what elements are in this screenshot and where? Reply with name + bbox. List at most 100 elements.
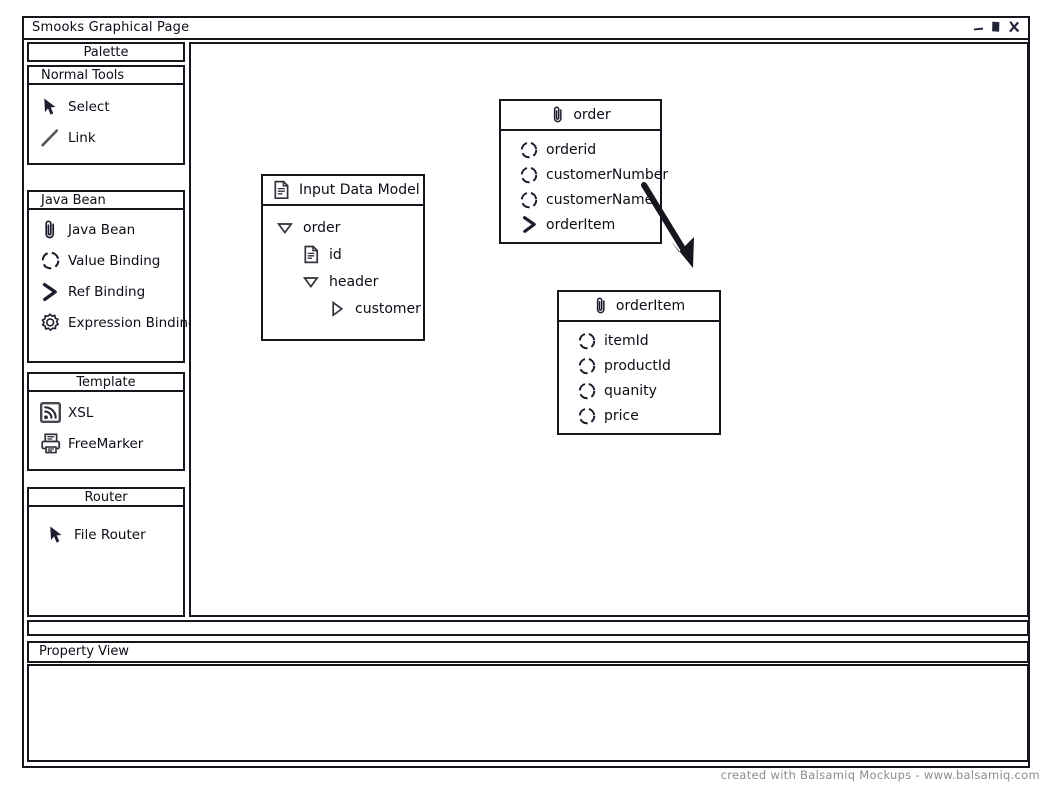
chevron-right-icon	[517, 215, 541, 234]
palette-item-select[interactable]: Select	[29, 91, 183, 122]
paperclip-icon	[550, 105, 566, 125]
bean-node-orderitem[interactable]: orderItem itemId productId quanity price	[557, 290, 721, 435]
triangle-down-icon[interactable]	[273, 220, 297, 236]
document-icon	[299, 245, 323, 264]
bean-row-itemid[interactable]: itemId	[559, 328, 719, 353]
palette-section-header-router[interactable]: Router	[27, 487, 185, 507]
palette-title[interactable]: Palette	[27, 42, 185, 62]
palette-item-xsl[interactable]: XSL	[29, 397, 183, 428]
palette-item-freemarker[interactable]: FreeMarker	[29, 428, 183, 459]
palette-item-label: Link	[68, 129, 96, 146]
palette-item-label: Ref Binding	[68, 283, 146, 300]
bean-node-order-rows: orderid customerNumber customerName orde…	[501, 131, 668, 245]
line-icon	[37, 128, 63, 148]
bean-row-label: itemId	[604, 332, 649, 349]
palette-item-expression-binding[interactable]: Expression Binding	[29, 307, 197, 338]
bean-row-label: customerNumber	[546, 166, 669, 183]
window-title: Smooks Graphical Page	[32, 20, 190, 35]
dashed-circle-icon	[575, 406, 599, 426]
feed-icon	[37, 401, 63, 424]
tree-item-label: header	[329, 273, 379, 290]
bean-row-label: quanity	[604, 382, 657, 399]
close-icon[interactable]	[1007, 20, 1021, 34]
cursor-icon	[43, 525, 69, 545]
dashed-circle-icon	[575, 331, 599, 351]
tree-item-label: order	[303, 219, 341, 236]
tree-item-id[interactable]: id	[263, 241, 423, 268]
palette-section-body-router: File Router	[27, 507, 185, 617]
bean-row-price[interactable]: price	[559, 403, 719, 428]
balsamiq-credit: created with Balsamiq Mockups - www.bals…	[720, 768, 1040, 782]
minimize-icon[interactable]	[972, 21, 985, 33]
palette-section-body-java-bean: Java Bean Value Binding Ref Binding Expr…	[27, 210, 197, 363]
palette-item-label: File Router	[74, 526, 146, 543]
palette-item-label: FreeMarker	[68, 435, 144, 452]
bean-row-quanity[interactable]: quanity	[559, 378, 719, 403]
bean-node-orderitem-rows: itemId productId quanity price	[559, 322, 719, 436]
palette-section-header-java-bean[interactable]: Java Bean	[27, 190, 185, 210]
triangle-down-icon[interactable]	[299, 274, 323, 290]
palette-item-file-router[interactable]: File Router	[29, 519, 183, 550]
bean-node-orderitem-title: orderItem	[559, 292, 719, 322]
bean-node-order[interactable]: order orderid customerNumber customerNam…	[499, 99, 668, 245]
palette-item-value-binding[interactable]: Value Binding	[29, 245, 183, 276]
maximize-icon[interactable]	[990, 20, 1002, 34]
application-window: Smooks Graphical Page Palette Normal Too…	[22, 16, 1030, 768]
input-data-model-node[interactable]: Input Data Model order id header custome…	[261, 174, 425, 341]
title-bar: Smooks Graphical Page	[24, 18, 1028, 40]
triangle-right-icon[interactable]	[325, 300, 349, 318]
diagram-canvas[interactable]: Input Data Model order id header custome…	[189, 42, 1029, 617]
gear-icon	[37, 312, 63, 334]
window-controls	[972, 20, 1021, 34]
property-view-panel: Property View	[27, 641, 1029, 763]
bean-row-customername[interactable]: customerName	[501, 187, 660, 212]
document-icon	[273, 180, 290, 200]
bean-row-label: productId	[604, 357, 671, 374]
bean-row-customernumber[interactable]: customerNumber	[501, 162, 668, 187]
bean-row-label: orderItem	[546, 216, 616, 233]
palette-section-header-normal-tools[interactable]: Normal Tools	[27, 65, 185, 85]
palette-section-header-template[interactable]: Template	[27, 372, 185, 392]
dashed-circle-icon	[517, 140, 541, 160]
input-data-model-title-label: Input Data Model	[299, 182, 420, 198]
property-view-tab[interactable]: Property View	[27, 641, 1029, 663]
bean-node-title-label: order	[573, 107, 611, 123]
printer-icon	[37, 432, 63, 455]
bean-row-orderid[interactable]: orderid	[501, 137, 660, 162]
canvas-bottom-strip	[27, 620, 1029, 636]
bean-node-order-title: order	[501, 101, 660, 131]
palette-item-ref-binding[interactable]: Ref Binding	[29, 276, 183, 307]
bean-row-productid[interactable]: productId	[559, 353, 719, 378]
palette-item-label: Value Binding	[68, 252, 161, 269]
tree-item-label: customer	[355, 300, 421, 317]
bean-row-orderitem[interactable]: orderItem	[501, 212, 660, 237]
palette-item-label: XSL	[68, 404, 94, 421]
bean-row-label: price	[604, 407, 639, 424]
palette-item-label: Java Bean	[68, 221, 136, 238]
input-data-model-tree: order id header customer	[263, 206, 423, 330]
order-to-orderitem-arrow[interactable]	[641, 182, 721, 282]
dashed-circle-icon	[517, 190, 541, 210]
bean-node-title-label: orderItem	[615, 298, 686, 314]
tree-item-order[interactable]: order	[263, 214, 423, 241]
dashed-circle-icon	[575, 356, 599, 376]
bean-row-label: customerName	[546, 191, 654, 208]
palette-item-label: Expression Binding	[68, 314, 197, 331]
property-view-content[interactable]	[27, 664, 1029, 762]
tree-item-customer[interactable]: customer	[263, 295, 423, 322]
palette-section-body-template: XSL FreeMarker	[27, 392, 185, 471]
bean-row-label: orderid	[546, 141, 597, 158]
dashed-circle-icon	[517, 165, 541, 185]
palette-dock: Palette Normal Tools Select Link Java Be…	[27, 42, 197, 617]
paperclip-icon	[37, 219, 63, 241]
palette-item-java-bean[interactable]: Java Bean	[29, 214, 183, 245]
chevron-right-icon	[37, 282, 63, 302]
tree-item-header[interactable]: header	[263, 268, 423, 295]
palette-section-body-normal-tools: Select Link	[27, 85, 185, 165]
dashed-circle-icon	[575, 381, 599, 401]
tree-item-label: id	[329, 246, 342, 263]
palette-item-link[interactable]: Link	[29, 122, 183, 153]
palette-item-label: Select	[68, 98, 110, 115]
input-data-model-title: Input Data Model	[263, 176, 423, 206]
cursor-icon	[37, 97, 63, 117]
